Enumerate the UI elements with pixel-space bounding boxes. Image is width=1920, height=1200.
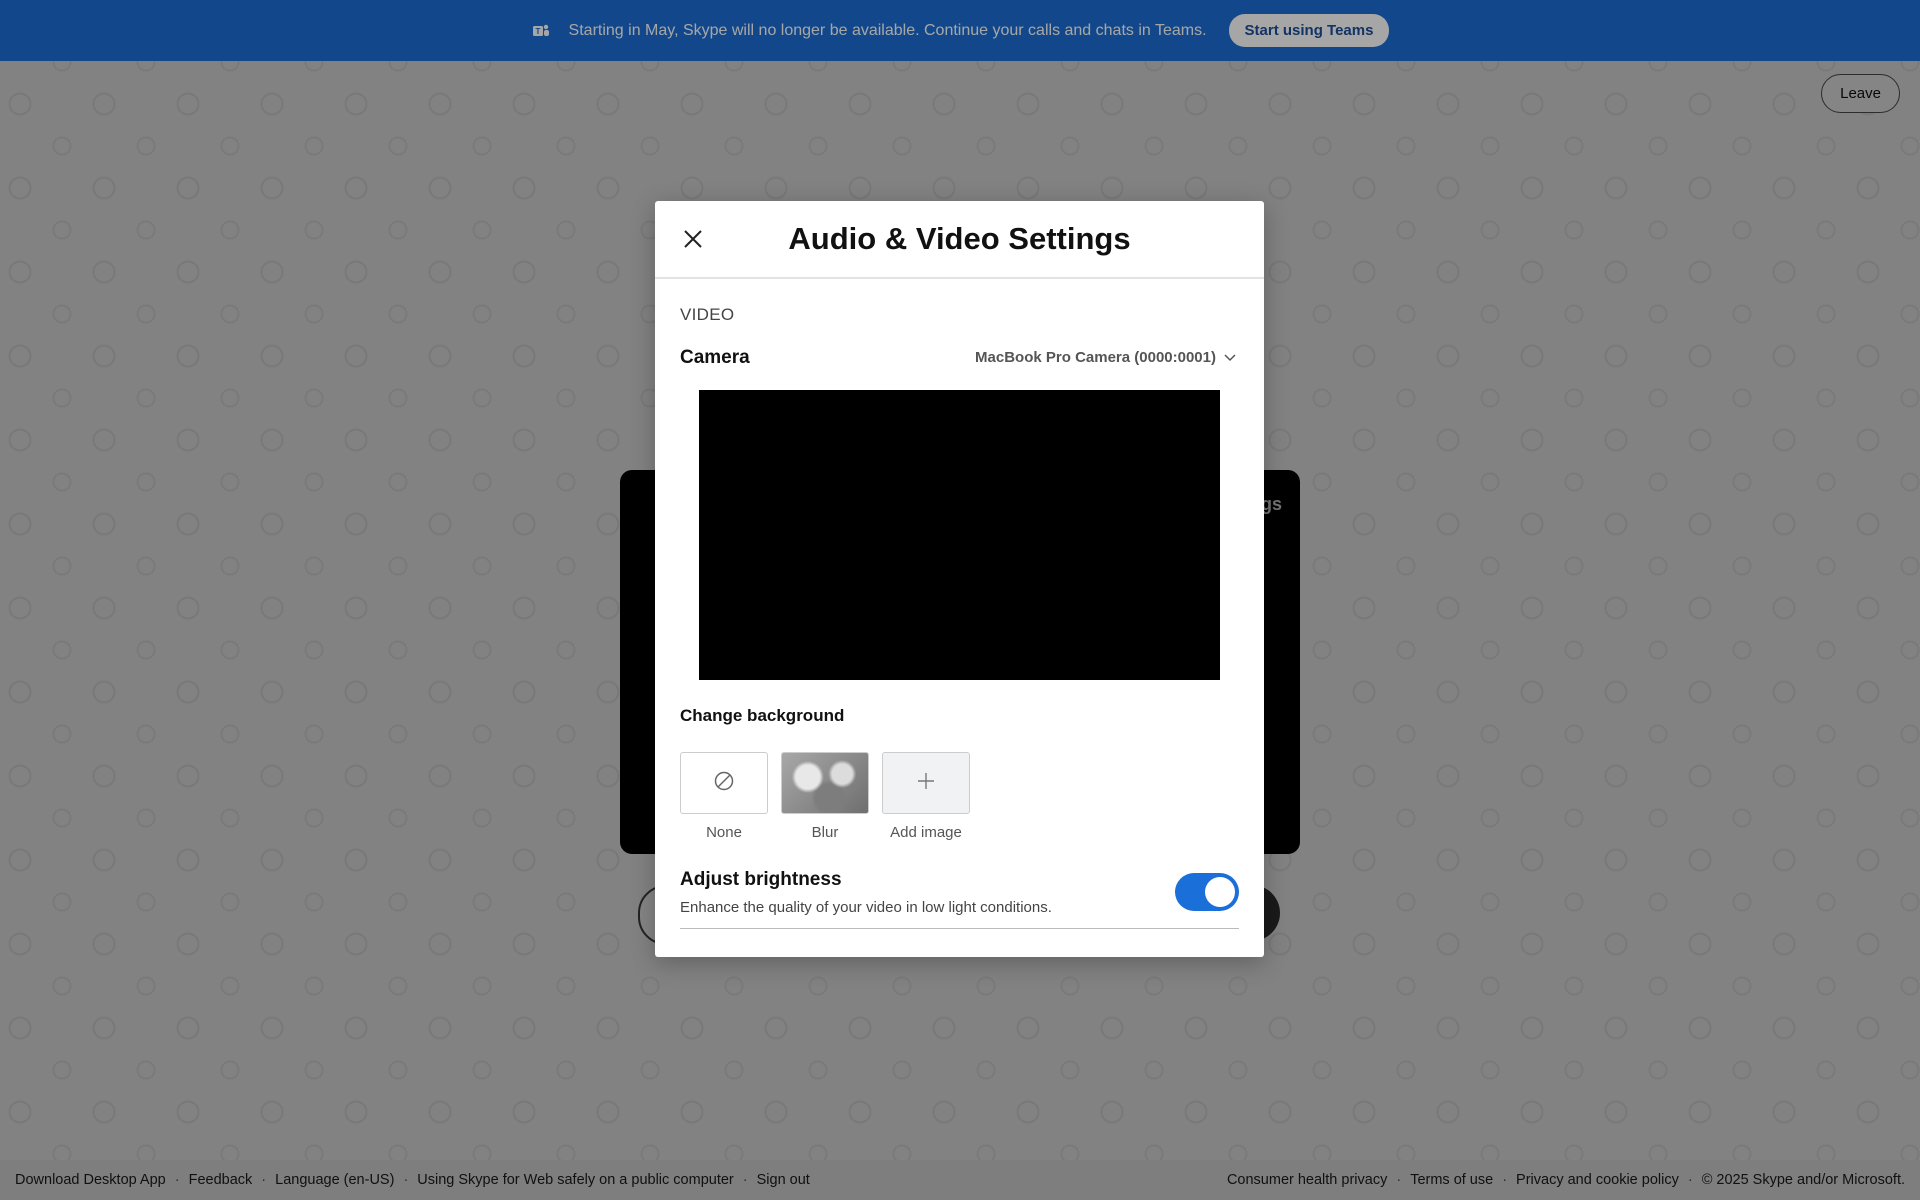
camera-select[interactable]: MacBook Pro Camera (0000:0001) [975,349,1236,366]
video-section-label: VIDEO [680,305,735,324]
background-option-label: None [706,824,742,841]
change-background-label: Change background [680,706,845,725]
footer-link-health-privacy[interactable]: Consumer health privacy [1227,1172,1387,1188]
footer-link-language[interactable]: Language (en-US) [275,1172,394,1188]
close-icon [681,230,705,254]
footer-link-safety[interactable]: Using Skype for Web safely on a public c… [417,1172,733,1188]
adjust-brightness-title: Adjust brightness [680,869,842,890]
banner-dim-overlay [0,0,1920,61]
plus-icon [916,771,936,796]
footer-right-links: Consumer health privacy · Terms of use ·… [1226,1172,1905,1188]
camera-select-value: MacBook Pro Camera (0000:0001) [975,349,1216,366]
background-option-label: Blur [811,824,839,841]
none-tile[interactable] [680,752,768,814]
camera-label: Camera [680,347,750,368]
footer-left-links: Download Desktop App · Feedback · Langua… [15,1172,810,1188]
background-option-none[interactable]: None [680,752,768,841]
footer-link-download[interactable]: Download Desktop App [15,1172,166,1188]
camera-video-preview [699,390,1220,680]
toggle-knob [1205,877,1235,907]
chevron-down-icon [1224,349,1236,366]
close-button[interactable] [681,227,705,251]
audio-video-settings-dialog: Audio & Video Settings VIDEO Camera MacB… [655,201,1264,957]
footer: Download Desktop App · Feedback · Langua… [0,1160,1920,1200]
dialog-title: Audio & Video Settings [788,221,1131,256]
footer-link-privacy[interactable]: Privacy and cookie policy [1516,1172,1679,1188]
footer-link-feedback[interactable]: Feedback [189,1172,253,1188]
divider [680,928,1239,929]
no-background-icon [713,770,735,797]
background-options: None Blur Add image [680,752,970,841]
dialog-header: Audio & Video Settings [655,201,1264,279]
add-image-tile[interactable] [882,752,970,814]
background-option-label: Add image [890,824,962,841]
background-option-add-image[interactable]: Add image [882,752,970,841]
background-option-blur[interactable]: Blur [781,752,869,841]
adjust-brightness-description: Enhance the quality of your video in low… [680,899,1052,916]
copyright: © 2025 Skype and/or Microsoft. [1701,1172,1905,1188]
footer-link-terms[interactable]: Terms of use [1410,1172,1493,1188]
footer-link-sign-out[interactable]: Sign out [757,1172,810,1188]
blur-thumbnail[interactable] [781,752,869,814]
adjust-brightness-toggle[interactable] [1175,873,1239,911]
